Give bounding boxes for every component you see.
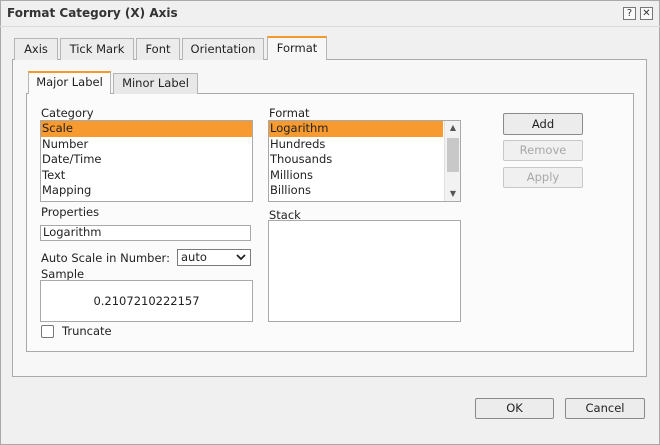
dialog-title: Format Category (X) Axis bbox=[7, 6, 178, 20]
tab-font[interactable]: Font bbox=[136, 38, 180, 60]
list-item[interactable]: Scale bbox=[41, 121, 252, 137]
sample-preview: 0.2107210222157 bbox=[40, 280, 253, 322]
truncate-label: Truncate bbox=[62, 324, 112, 338]
scroll-up-icon[interactable]: ▲ bbox=[445, 121, 460, 135]
properties-field[interactable]: Logarithm bbox=[40, 225, 251, 241]
list-item[interactable]: Text bbox=[41, 168, 252, 184]
cancel-button[interactable]: Cancel bbox=[565, 398, 645, 419]
list-item[interactable]: Date/Time bbox=[41, 152, 252, 168]
list-item[interactable]: Billions bbox=[269, 183, 443, 199]
tab-format[interactable]: Format bbox=[267, 36, 327, 60]
remove-button[interactable]: Remove bbox=[503, 140, 583, 161]
chevron-down-icon bbox=[236, 254, 246, 261]
format-label: Format bbox=[269, 106, 310, 120]
stack-list[interactable] bbox=[268, 220, 461, 322]
auto-scale-select[interactable]: auto bbox=[177, 249, 251, 266]
list-item[interactable]: Number bbox=[41, 137, 252, 153]
tab-axis[interactable]: Axis bbox=[14, 38, 58, 60]
list-item[interactable]: Millions bbox=[269, 168, 443, 184]
list-item[interactable]: Hundreds bbox=[269, 137, 443, 153]
tab-major-label[interactable]: Major Label bbox=[28, 71, 111, 94]
add-button[interactable]: Add bbox=[503, 113, 583, 135]
category-label: Category bbox=[41, 106, 94, 120]
title-separator bbox=[0, 26, 660, 27]
auto-scale-label: Auto Scale in Number: bbox=[41, 251, 170, 265]
apply-button[interactable]: Apply bbox=[503, 167, 583, 188]
close-icon: ✕ bbox=[642, 8, 651, 19]
format-list-scrollbar[interactable]: ▲ ▼ bbox=[444, 121, 460, 201]
close-button[interactable]: ✕ bbox=[640, 7, 653, 20]
list-item[interactable]: Logarithm bbox=[269, 121, 443, 137]
tab-tick-mark[interactable]: Tick Mark bbox=[60, 38, 134, 60]
properties-label: Properties bbox=[41, 205, 100, 219]
scroll-thumb[interactable] bbox=[447, 138, 459, 172]
scroll-down-icon[interactable]: ▼ bbox=[445, 187, 460, 201]
truncate-checkbox[interactable] bbox=[41, 325, 54, 338]
category-list[interactable]: Scale Number Date/Time Text Mapping bbox=[40, 120, 253, 202]
list-item[interactable]: Mapping bbox=[41, 183, 252, 199]
ok-button[interactable]: OK bbox=[475, 398, 554, 419]
tab-orientation[interactable]: Orientation bbox=[182, 38, 264, 60]
help-button[interactable]: ? bbox=[623, 7, 636, 20]
format-list[interactable]: Logarithm Hundreds Thousands Millions Bi… bbox=[268, 120, 461, 202]
tab-minor-label[interactable]: Minor Label bbox=[113, 73, 198, 94]
sample-label: Sample bbox=[41, 267, 85, 281]
list-item[interactable]: Thousands bbox=[269, 152, 443, 168]
auto-scale-value: auto bbox=[181, 250, 207, 264]
help-icon: ? bbox=[626, 8, 633, 19]
